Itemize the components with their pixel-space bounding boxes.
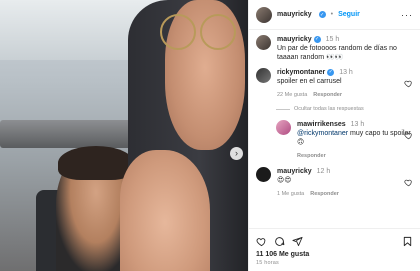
reply-emoji: 🙃 [297, 138, 305, 146]
verified-badge-icon: ✓ [327, 68, 335, 76]
heart-icon[interactable] [404, 178, 413, 187]
reply-avatar[interactable] [276, 120, 291, 135]
post-photo[interactable]: › [0, 0, 248, 271]
post-footer: 11 106 Me gusta 15 horas [249, 228, 420, 271]
comment-avatar[interactable] [256, 167, 271, 182]
post-age[interactable]: 15 horas [256, 260, 413, 266]
follow-button[interactable]: Seguir [338, 11, 360, 18]
verified-badge-icon: ✓ [313, 35, 321, 43]
verified-badge-icon: ✓ [318, 11, 326, 18]
comment-text: spoiler en el carrusel [277, 78, 342, 85]
caption-avatar[interactable] [256, 35, 271, 50]
photo-overhead-bin [0, 120, 140, 148]
comment-username[interactable]: mauyricky [277, 168, 312, 175]
photo-peace-hand [120, 150, 210, 271]
caption-emoji: 👀👀 [326, 53, 344, 61]
photo-person-second-hair [58, 146, 134, 180]
reply-time: 13 h [350, 121, 365, 128]
heart-icon[interactable] [404, 131, 413, 140]
hide-replies-link[interactable]: Ocultar todas las respuestas [276, 106, 413, 112]
chevron-right-icon[interactable]: › [230, 147, 243, 160]
comment-likes[interactable]: 1 Me gusta [277, 191, 304, 197]
heart-icon[interactable] [256, 236, 267, 247]
reply-button[interactable]: Responder [313, 92, 342, 98]
likes-count[interactable]: 11 106 Me gusta [256, 251, 413, 258]
post-sidebar: mauyricky ✓ • Seguir ··· mauyricky ✓ 15 h… [248, 0, 420, 271]
photo-glasses [152, 14, 242, 54]
heart-icon[interactable] [404, 79, 413, 88]
comment-reply: mawirrikenses 13 h @rickymontaner muy ca… [276, 120, 413, 161]
comment: mauyricky 12 h 😍😍 1 Me gusta Responder [256, 167, 413, 199]
reply-username[interactable]: mawirrikenses [297, 121, 346, 128]
reply-text: muy capo tu spoiler [348, 130, 411, 137]
caption-time: 15 h [325, 36, 340, 43]
comment-likes[interactable]: 22 Me gusta [277, 92, 307, 98]
reply-button[interactable]: Responder [310, 191, 339, 197]
comment-time: 12 h [316, 168, 331, 175]
comment-emoji: 😍😍 [277, 176, 292, 184]
bookmark-icon[interactable] [402, 236, 413, 247]
separator-dot: • [330, 11, 334, 18]
post-header: mauyricky ✓ • Seguir ··· [249, 0, 420, 30]
comment: rickymontaner ✓ 13 h spoiler en el carrus… [256, 68, 413, 100]
caption: mauyricky ✓ 15 h Un par de fotoooos rando… [256, 35, 413, 62]
comment-time: 13 h [339, 69, 353, 76]
reply-mention[interactable]: @rickymontaner [297, 130, 348, 137]
more-horizontal-icon[interactable]: ··· [401, 10, 413, 20]
caption-username[interactable]: mauyricky [277, 36, 312, 43]
author-username[interactable]: mauyricky [277, 11, 312, 18]
comment-username[interactable]: rickymontaner [277, 69, 325, 76]
reply-button[interactable]: Responder [297, 153, 326, 159]
share-icon[interactable] [292, 236, 303, 247]
author-avatar[interactable] [256, 6, 272, 23]
comments-list[interactable]: mauyricky ✓ 15 h Un par de fotoooos rando… [249, 31, 420, 227]
instagram-post: › mauyricky ✓ • Seguir ··· mauyricky ✓ 15… [0, 0, 420, 271]
action-bar [256, 234, 413, 248]
comment-icon[interactable] [274, 236, 285, 247]
comment-avatar[interactable] [256, 68, 271, 83]
